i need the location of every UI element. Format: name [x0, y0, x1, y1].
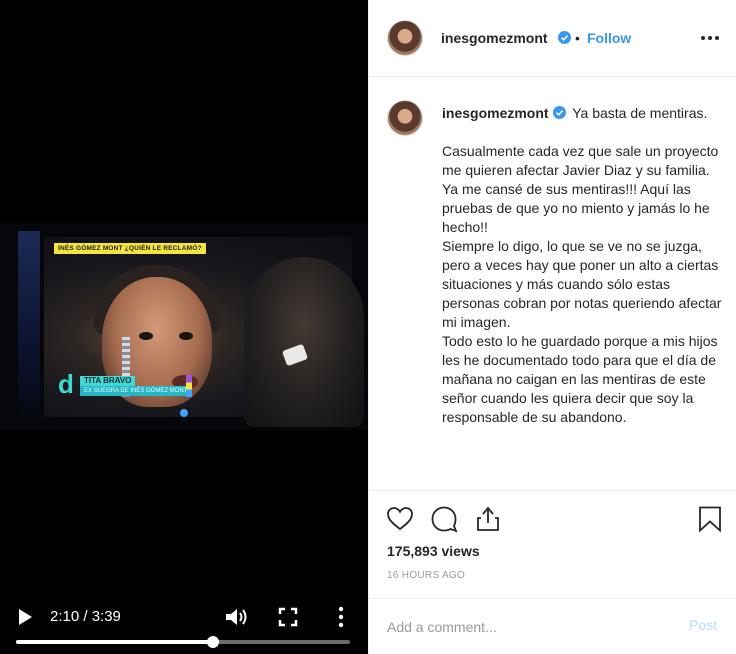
volume-icon[interactable]: [224, 606, 250, 628]
video-progress-handle[interactable]: [207, 636, 220, 648]
channel-logo: d: [58, 369, 74, 399]
caption-body: Ya basta de mentiras. Casualmente cada v…: [442, 105, 722, 425]
video-time: 2:10 / 3:39: [50, 608, 121, 625]
video-progress-fill: [16, 640, 214, 644]
lower-third-subtitle: EX SUEGRA DE INÉS GÓMEZ MONT: [80, 386, 192, 396]
video-player[interactable]: INÉS GÓMEZ MONT ¿QUIÉN LE RECLAMÓ? d TIT…: [0, 0, 368, 654]
fullscreen-icon[interactable]: [278, 607, 298, 627]
interviewee-eye: [139, 332, 153, 340]
background-person: [244, 257, 364, 427]
view-count[interactable]: 175,893 views: [387, 543, 480, 559]
interviewee-eye: [179, 332, 193, 340]
caption-area: inesgomezmont Ya basta de mentiras. Casu…: [369, 78, 736, 490]
avatar[interactable]: [387, 100, 423, 136]
separator-dot: •: [575, 30, 580, 46]
bookmark-icon[interactable]: [696, 505, 724, 533]
video-progress-bar[interactable]: [16, 636, 350, 648]
video-controls: 2:10 / 3:39: [0, 584, 368, 654]
comment-icon[interactable]: [430, 505, 458, 533]
verified-badge-icon: [552, 106, 566, 119]
comment-input[interactable]: [387, 616, 667, 638]
header-username[interactable]: inesgomezmont: [441, 30, 548, 46]
verified-badge-icon: [558, 31, 571, 44]
post-header: inesgomezmont • Follow: [369, 0, 736, 77]
avatar[interactable]: [387, 20, 423, 56]
comment-bar: Post: [369, 598, 736, 654]
heart-icon[interactable]: [386, 505, 414, 533]
video-background-light: [18, 231, 40, 421]
post-timestamp[interactable]: 16 HOURS AGO: [387, 570, 465, 581]
play-icon[interactable]: [16, 607, 34, 627]
post-actions: 175,893 views 16 HOURS AGO: [369, 490, 736, 590]
video-lower-third: d TITA BRAVO EX SUEGRA DE INÉS GÓMEZ MON…: [58, 371, 198, 397]
share-icon[interactable]: [474, 505, 502, 533]
follow-button[interactable]: Follow: [587, 30, 631, 46]
caption: inesgomezmont Ya basta de mentiras. Casu…: [442, 104, 722, 427]
video-frame[interactable]: INÉS GÓMEZ MONT ¿QUIÉN LE RECLAMÓ? d TIT…: [0, 223, 368, 430]
vertical-dots-icon[interactable]: [334, 606, 348, 628]
post-side-panel: inesgomezmont • Follow inesgomezmont Ya …: [368, 0, 736, 654]
caption-username[interactable]: inesgomezmont: [442, 105, 549, 121]
post-comment-button[interactable]: Post: [689, 617, 717, 633]
overlay-dot: [180, 409, 188, 417]
more-options-icon[interactable]: [699, 28, 721, 48]
lower-third-color-bars: [186, 375, 192, 397]
lower-third-name: TITA BRAVO: [80, 376, 136, 386]
video-overlay-tag: INÉS GÓMEZ MONT ¿QUIÉN LE RECLAMÓ?: [54, 243, 206, 254]
